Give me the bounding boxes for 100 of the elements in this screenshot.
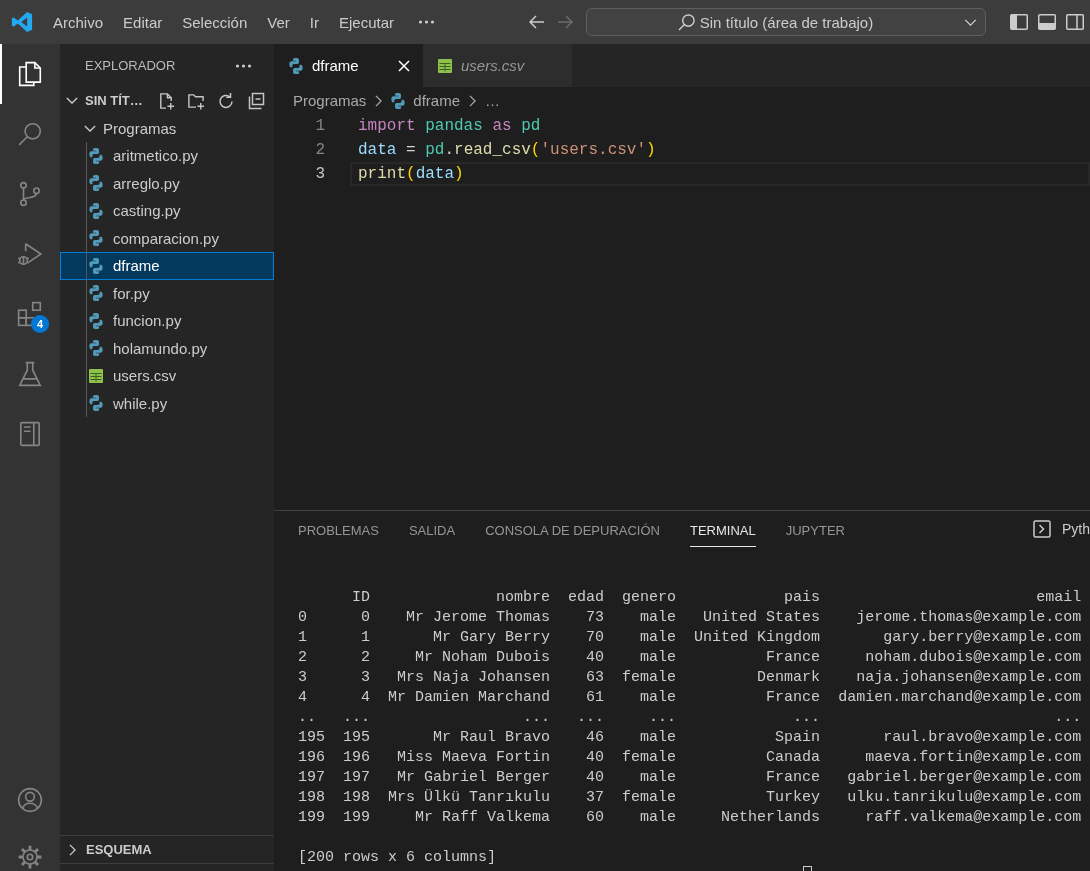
panel-tab[interactable]: JUPYTER <box>785 511 845 547</box>
output-value: male <box>639 808 677 828</box>
refresh-icon[interactable] <box>217 91 235 110</box>
breadcrumb-item[interactable]: Programas <box>293 92 367 109</box>
output-value: female <box>622 668 677 688</box>
breadcrumb-item[interactable]: dframe <box>391 92 461 109</box>
output-value: United States <box>702 608 821 628</box>
output-value: noham.dubois@example.com <box>864 648 1082 668</box>
file-item[interactable]: while.py <box>60 389 274 417</box>
menu-item[interactable]: Ejecutar <box>328 7 404 37</box>
output-value: Mr Gabriel Berger <box>396 768 551 788</box>
breadcrumb-item[interactable]: … <box>485 92 501 109</box>
column-name: pais <box>783 588 821 608</box>
output-value: 70 <box>585 628 605 648</box>
output-value: 4 <box>360 688 371 708</box>
python-file-icon <box>89 395 103 412</box>
close-icon[interactable] <box>398 59 410 72</box>
flask-icon <box>17 361 43 387</box>
editor-tab[interactable]: users.csv <box>423 44 572 87</box>
output-value: United Kingdom <box>694 628 821 648</box>
row-label: .. <box>298 708 317 728</box>
output-value: 3 <box>360 668 371 688</box>
output-value: Netherlands <box>720 808 821 828</box>
new-file-icon[interactable] <box>157 91 175 110</box>
file-item[interactable]: casting.py <box>60 197 274 225</box>
section-header[interactable]: ESQUEMA <box>60 836 274 863</box>
row-label: 197 <box>298 768 325 788</box>
editor-tab[interactable]: dframe <box>274 44 423 87</box>
file-item[interactable]: funcion.py <box>60 307 274 335</box>
line-number: 1 <box>314 116 325 137</box>
menu-item[interactable]: Editar <box>113 7 173 37</box>
output-value: 0 <box>360 608 371 628</box>
activity-bar-item[interactable]: 4 <box>0 284 60 344</box>
output-value: ... <box>648 708 677 728</box>
row-label: 3 <box>298 668 308 688</box>
terminal-profile-tab[interactable]: Pyth <box>1033 511 1090 547</box>
output-value: male <box>639 648 677 668</box>
output-value: ... <box>522 708 551 728</box>
output-value: 40 <box>585 648 605 668</box>
python-file-icon <box>391 92 406 109</box>
more-icon[interactable] <box>418 20 435 24</box>
code-line: import pandas as pd <box>357 116 541 137</box>
folder-item[interactable]: Programas <box>60 114 274 142</box>
search-icon <box>677 13 695 31</box>
file-item[interactable]: arreglo.py <box>60 169 274 197</box>
output-value: France <box>765 648 821 668</box>
python-file-icon <box>89 257 103 274</box>
branch-icon <box>17 181 43 207</box>
panel-tab[interactable]: TERMINAL <box>690 511 756 547</box>
python-file-icon <box>89 340 103 357</box>
back-arrow-icon[interactable] <box>529 15 545 29</box>
menu-item[interactable]: Archivo <box>43 7 114 37</box>
files-icon <box>17 61 43 87</box>
ribbon-logo-icon <box>11 11 33 33</box>
menu-item[interactable]: Ver <box>257 7 300 37</box>
python-file-icon <box>89 230 103 247</box>
panel-icon <box>17 421 43 447</box>
output-value: 37 <box>585 788 605 808</box>
output-value: gabriel.berger@example.com <box>846 768 1082 788</box>
collapse-all-icon[interactable] <box>247 91 265 110</box>
account-icon <box>17 787 43 813</box>
file-item[interactable]: dframe <box>60 252 274 280</box>
more-icon[interactable] <box>235 63 252 68</box>
output-value: 46 <box>585 728 605 748</box>
column-name: email <box>1035 588 1082 608</box>
output-value: damien.marchand@example.com <box>838 688 1082 708</box>
panel-tab[interactable]: CONSOLA DE DEPURACIÓN <box>485 511 660 547</box>
output-value: Mrs Ülkü Tanrıkulu <box>388 788 551 808</box>
output-value: ulku.tanrikulu@example.com <box>846 788 1082 808</box>
output-value: raff.valkema@example.com <box>864 808 1082 828</box>
output-value: 73 <box>585 608 605 628</box>
file-item[interactable]: for.py <box>60 279 274 307</box>
panel-tab[interactable]: SALIDA <box>408 511 456 547</box>
file-item[interactable]: holamundo.py <box>60 334 274 362</box>
command-center-field[interactable]: Sin título (área de trabajo) <box>586 8 986 36</box>
menu-item[interactable]: Selección <box>172 7 258 37</box>
sidebar-layout-icon[interactable] <box>1010 14 1028 30</box>
column-name: nombre <box>495 588 551 608</box>
panel-tab[interactable]: PROBLEMAS <box>298 511 379 547</box>
output-value: male <box>639 628 677 648</box>
row-label: 195 <box>298 728 325 748</box>
file-item[interactable]: aritmetico.py <box>60 142 274 170</box>
panel-layout-icon[interactable] <box>1038 14 1056 30</box>
output-value: jerome.thomas@example.com <box>855 608 1082 628</box>
menu-item[interactable]: Ir <box>299 7 329 37</box>
column-name: edad <box>568 588 605 608</box>
row-label: 198 <box>298 788 325 808</box>
table-file-icon <box>438 58 452 73</box>
row-label: 0 <box>298 608 308 628</box>
workspace-header[interactable]: SIN TÍT… <box>66 93 143 108</box>
file-item[interactable]: comparacion.py <box>60 224 274 252</box>
code-line: data = pd.read_csv('users.csv') <box>357 140 656 161</box>
python-file-icon <box>89 285 103 302</box>
output-value: naja.johansen@example.com <box>855 668 1082 688</box>
output-value: female <box>622 788 677 808</box>
file-item[interactable]: users.csv <box>60 362 274 390</box>
new-folder-icon[interactable] <box>187 91 205 110</box>
side-panel-layout-icon[interactable] <box>1066 14 1084 30</box>
settings-icon <box>17 844 43 870</box>
output-value: Turkey <box>765 788 821 808</box>
